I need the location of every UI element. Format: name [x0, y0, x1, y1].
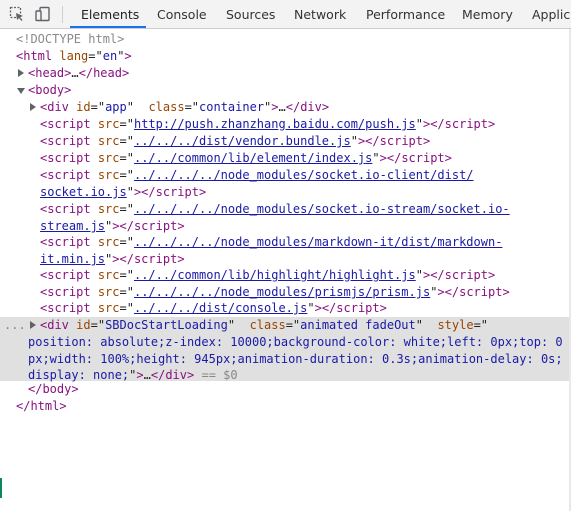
dom-tree: <!DOCTYPE html> <html lang="en"> <head>……	[0, 29, 571, 511]
tab-console[interactable]: Console	[157, 0, 207, 28]
dom-node-selected-div[interactable]: ... <div id="SBDocStartLoading" class="a…	[0, 317, 571, 334]
tag-name: head	[93, 66, 122, 80]
expand-arrow-icon[interactable]	[30, 103, 36, 111]
dom-node-doctype[interactable]: <!DOCTYPE html>	[0, 31, 571, 48]
dom-node-html[interactable]: <html lang="en">	[0, 48, 571, 65]
toolbar-separator	[62, 6, 63, 23]
collapse-arrow-icon[interactable]	[17, 88, 25, 94]
tab-performance[interactable]: Performance	[366, 0, 445, 28]
dom-node-div-app[interactable]: <div id="app" class="container">…</div>	[0, 99, 571, 116]
selected-style-value: position: absolute;z-index: 10000;backgr…	[28, 335, 563, 383]
tag-name: html	[23, 49, 53, 63]
tab-application[interactable]: Applica	[532, 0, 571, 28]
tab-sources[interactable]: Sources	[226, 0, 275, 28]
script-src-link[interactable]: ../../../../node_modules/socket.io-strea…	[134, 202, 510, 216]
script-src-link[interactable]: ../../../../node_modules/socket.io-clien…	[134, 168, 474, 182]
tab-network[interactable]: Network	[294, 0, 346, 28]
attr-value: en	[102, 49, 118, 63]
tab-memory[interactable]: Memory	[462, 0, 513, 28]
dom-node-html-close[interactable]: </html>	[0, 398, 571, 415]
edge-accent	[0, 478, 2, 498]
expand-arrow-icon[interactable]	[18, 69, 24, 77]
script-src-link[interactable]: it.min.js	[40, 252, 105, 266]
collapsed-ellipsis: …	[71, 66, 79, 80]
script-src-link[interactable]: ../../common/lib/element/index.js	[134, 151, 372, 165]
tag-name: body	[35, 83, 65, 97]
dom-node-body-close[interactable]: </body>	[0, 381, 571, 398]
style-attr-value: position: absolute;z-index: 10000;backgr…	[28, 335, 563, 383]
script-src-link[interactable]: ../../common/lib/highlight/highlight.js	[134, 268, 416, 282]
active-tab-indicator	[70, 26, 146, 28]
doctype-text: <!DOCTYPE html>	[16, 32, 125, 46]
dom-node-script[interactable]: <script src="http://push.zhanzhang.baidu…	[0, 116, 571, 133]
dom-node-head[interactable]: <head>…</head>	[0, 65, 571, 82]
dom-node-script[interactable]: <script src="../../common/lib/highlight/…	[0, 267, 571, 284]
dom-node-script-continued[interactable]: socket.io.js"></script>	[0, 184, 571, 201]
script-src-link[interactable]: socket.io.js	[40, 185, 127, 199]
dom-node-script[interactable]: <script src="../../common/lib/element/in…	[0, 150, 571, 167]
dom-node-script[interactable]: <script src="../../../dist/vendor.bundle…	[0, 133, 571, 150]
dom-node-script[interactable]: <script src="../../../dist/console.js"><…	[0, 300, 571, 317]
script-src-link[interactable]: ../../../../node_modules/prismjs/prism.j…	[134, 285, 430, 299]
node-actions-ellipsis[interactable]: ...	[4, 317, 26, 334]
dom-node-script-continued[interactable]: it.min.js"></script>	[0, 251, 571, 268]
script-src-link[interactable]: stream.js	[40, 219, 105, 233]
inspect-element-icon[interactable]	[9, 6, 25, 22]
attr-name: lang	[59, 49, 89, 63]
script-src-link[interactable]: ../../../../node_modules/markdown-it/dis…	[134, 235, 502, 249]
expand-arrow-icon[interactable]	[30, 321, 36, 329]
dom-node-script[interactable]: <script src="../../../../node_modules/so…	[0, 201, 571, 218]
dom-node-script[interactable]: <script src="../../../../node_modules/ma…	[0, 234, 571, 251]
dom-node-script[interactable]: <script src="../../../../node_modules/pr…	[0, 284, 571, 301]
script-src-link[interactable]: ../../../dist/console.js	[134, 301, 307, 315]
script-src-link[interactable]: ../../../dist/vendor.bundle.js	[134, 134, 351, 148]
devtools-toolbar: Elements Console Sources Network Perform…	[0, 0, 571, 29]
dom-node-body[interactable]: <body>	[0, 82, 571, 99]
dom-node-script-continued[interactable]: stream.js"></script>	[0, 218, 571, 235]
device-toolbar-icon[interactable]	[35, 6, 51, 22]
tag-name: head	[35, 66, 65, 80]
tab-elements[interactable]: Elements	[81, 0, 139, 28]
dom-node-script[interactable]: <script src="../../../../node_modules/so…	[0, 167, 571, 184]
script-src-link[interactable]: http://push.zhanzhang.baidu.com/push.js	[134, 117, 416, 131]
